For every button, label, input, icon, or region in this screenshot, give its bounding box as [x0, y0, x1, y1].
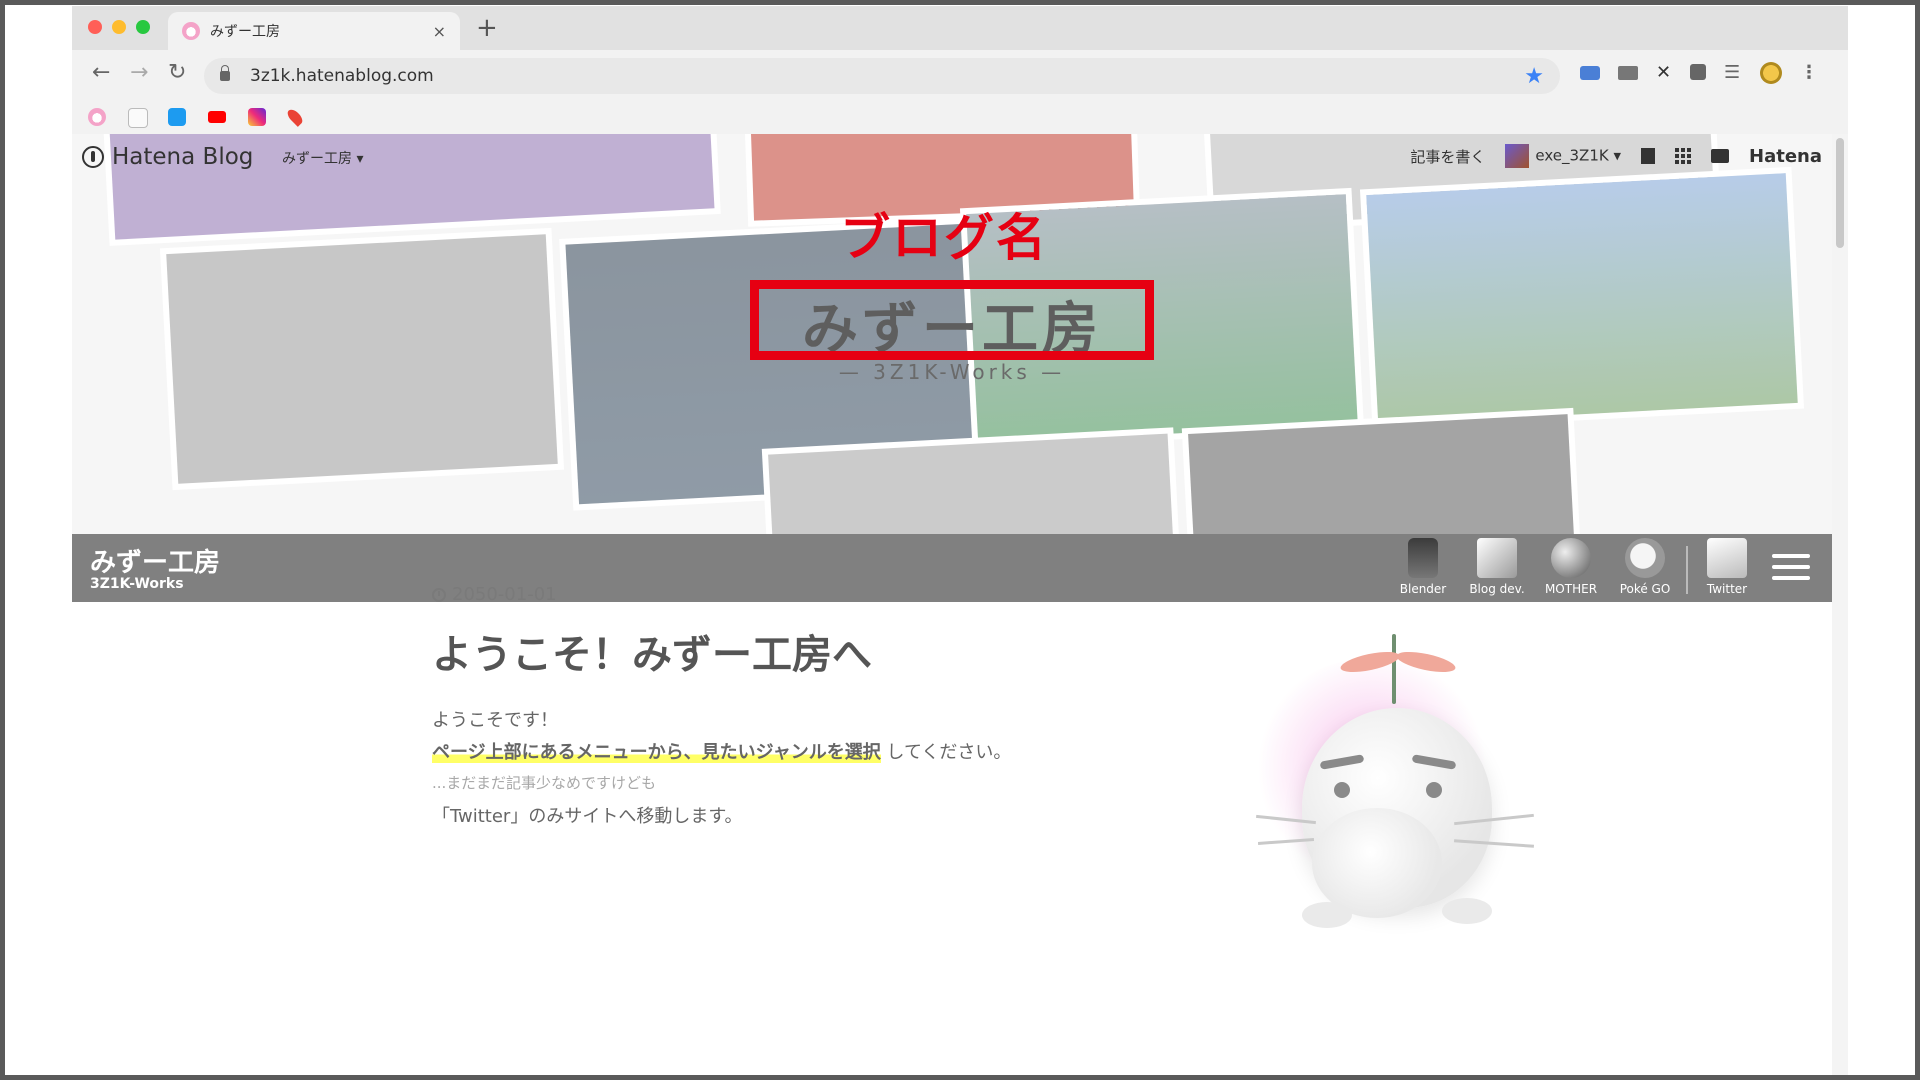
nav-label: Blog dev. — [1469, 582, 1525, 596]
nav-twitter[interactable]: Twitter — [1694, 538, 1760, 596]
mascot-stalk — [1392, 634, 1396, 704]
chat-icon[interactable] — [1580, 66, 1600, 80]
page-scrollbar[interactable] — [1832, 134, 1848, 1075]
article-paragraph: 「Twitter」のみサイトへ移動します。 — [432, 806, 743, 827]
hamburger-menu-icon[interactable] — [1772, 554, 1810, 587]
article-paragraph: ようこそです！ — [432, 710, 558, 731]
clock-icon — [432, 587, 446, 602]
puzzle-icon[interactable] — [1690, 64, 1706, 80]
new-tab-button[interactable]: + — [476, 15, 498, 41]
hero-header: Hatena Blog みずー工房 ▾ 記事を書く exe_3Z1K ▾ Hat… — [72, 134, 1832, 534]
gbar-subtitle: 3Z1K-Works — [90, 576, 184, 592]
maximize-window-button[interactable] — [136, 20, 150, 34]
nav-blog-dev[interactable]: Blog dev. — [1464, 538, 1530, 596]
favicon-icon — [182, 22, 200, 40]
browser-toolbar: ← → ↻ 3z1k.hatenablog.com ★ ✕ ☰ ⋮ — [72, 50, 1848, 102]
reload-button[interactable]: ↻ — [168, 62, 186, 84]
web-page: Hatena Blog みずー工房 ▾ 記事を書く exe_3Z1K ▾ Hat… — [72, 134, 1832, 1075]
mail-icon[interactable] — [1618, 66, 1638, 80]
back-button[interactable]: ← — [92, 62, 110, 84]
twitter-icon[interactable] — [168, 108, 186, 126]
nav-label: Poké GO — [1619, 582, 1671, 596]
highlighted-text: ページ上部にあるメニューから、見たいジャンルを選択 — [432, 742, 881, 763]
instagram-icon[interactable] — [248, 108, 266, 126]
hatena-link[interactable]: Hatena — [1749, 146, 1822, 167]
mascot-eye — [1426, 782, 1442, 798]
nav-label: Blender — [1399, 582, 1447, 596]
annotation-label: ブログ名 — [840, 209, 1048, 267]
youtube-icon[interactable] — [208, 111, 226, 123]
close-window-button[interactable] — [88, 20, 102, 34]
apps-grid-icon[interactable] — [1675, 148, 1692, 164]
lantern-icon — [1408, 538, 1438, 578]
bookmark-icon[interactable] — [1641, 148, 1656, 164]
global-nav-bar: みずー工房 3Z1K-Works Blender Blog dev. MOTHE… — [72, 534, 1832, 602]
mascot-eye — [1334, 782, 1350, 798]
tab-active[interactable]: みずー工房 × — [168, 12, 460, 50]
tab-close-icon[interactable]: × — [433, 22, 446, 41]
url-text[interactable]: 3z1k.hatenablog.com — [250, 66, 1524, 86]
gbar-title[interactable]: みずー工房 — [90, 542, 220, 579]
lock-icon — [220, 65, 230, 81]
article-paragraph: ページ上部にあるメニューから、見たいジャンルを選択 してください。 — [432, 738, 1011, 764]
article-small-note: ...まだまだ記事少なめですけども — [432, 774, 657, 792]
nav-mother[interactable]: MOTHER — [1538, 538, 1604, 596]
comment-icon[interactable] — [1711, 149, 1730, 163]
nav-poke-go[interactable]: Poké GO — [1612, 538, 1678, 596]
menu-dots-icon[interactable]: ⋮ — [1800, 64, 1818, 82]
mascot-foot — [1442, 898, 1492, 924]
playlist-icon[interactable]: ☰ — [1724, 64, 1740, 82]
write-article-link[interactable]: 記事を書く — [1410, 146, 1485, 167]
tab-strip: みずー工房 × + — [72, 6, 1848, 50]
close-x-icon[interactable]: ✕ — [1656, 64, 1671, 82]
date-text: 2050-01-01 — [452, 584, 557, 605]
globe-icon — [1551, 538, 1591, 578]
hatena-bar-right: 記事を書く exe_3Z1K ▾ Hatena — [1410, 144, 1822, 168]
file-icon[interactable] — [128, 108, 148, 128]
nav-label: Twitter — [1706, 582, 1748, 596]
blog-subtitle: — 3Z1K-Works — — [838, 360, 1066, 384]
scrollbar-thumb[interactable] — [1836, 138, 1844, 248]
hatena-logo-icon — [82, 146, 104, 168]
minimize-window-button[interactable] — [112, 20, 126, 34]
hatena-blog-logo[interactable]: Hatena Blog — [82, 144, 253, 170]
pokeball-icon — [1625, 538, 1665, 578]
blog-menu-dropdown[interactable]: みずー工房 ▾ — [282, 148, 363, 168]
hatena-bar: Hatena Blog みずー工房 ▾ 記事を書く exe_3Z1K ▾ Hat… — [72, 134, 1832, 180]
address-bar[interactable]: 3z1k.hatenablog.com ★ — [204, 58, 1560, 94]
craft-icon — [1477, 538, 1517, 578]
logo-text: Hatena Blog — [112, 144, 254, 170]
mascot-illustration — [1192, 618, 1592, 1038]
nav-label: MOTHER — [1544, 582, 1598, 596]
favicon-icon[interactable] — [88, 108, 106, 126]
article-date: 2050-01-01 — [432, 584, 557, 605]
avatar — [1505, 144, 1530, 168]
quill-icon — [1707, 538, 1747, 578]
profile-icon[interactable] — [1760, 62, 1782, 84]
nav-divider — [1686, 546, 1688, 594]
maps-pin-icon[interactable] — [285, 107, 305, 127]
user-name: exe_3Z1K ▾ — [1535, 146, 1622, 165]
paragraph-rest: してください。 — [886, 742, 1012, 763]
mascot-foot — [1302, 902, 1352, 928]
forward-button[interactable]: → — [130, 62, 148, 84]
user-menu[interactable]: exe_3Z1K ▾ — [1505, 144, 1621, 168]
tab-title: みずー工房 — [210, 24, 280, 40]
annotation-highlight-box — [750, 280, 1154, 360]
nav-blender[interactable]: Blender — [1390, 538, 1456, 596]
browser-window: みずー工房 × + ← → ↻ 3z1k.hatenablog.com ★ ✕ … — [72, 6, 1848, 134]
article-title[interactable]: ようこそ！みずー工房へ — [432, 622, 872, 680]
bookmarks-bar — [72, 102, 1848, 134]
bookmark-star-icon[interactable]: ★ — [1524, 64, 1544, 89]
